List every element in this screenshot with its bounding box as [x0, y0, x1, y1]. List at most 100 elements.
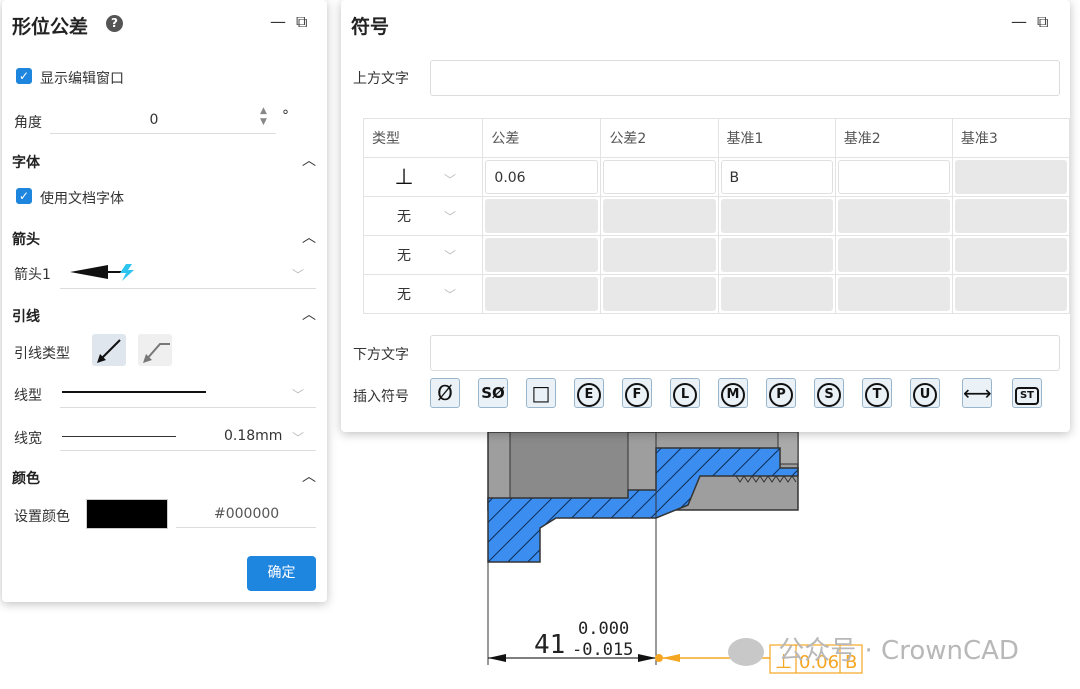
line-width-label: 线宽: [14, 431, 42, 447]
header-tol: 公差: [482, 118, 602, 158]
double-arrow-icon: ⟷: [963, 381, 992, 405]
datum3-input: [954, 160, 1067, 194]
circle-e-icon: E: [577, 383, 601, 407]
statistical-tolerance-icon: ST: [1014, 387, 1040, 405]
set-color-label: 设置颜色: [14, 509, 70, 525]
header-datum3: 基准3: [951, 118, 1071, 158]
minimize-button[interactable]: —: [1011, 12, 1027, 31]
table-row: 无 ﹀: [362, 196, 1071, 236]
datum1-input[interactable]: B: [720, 160, 833, 194]
statistical-symbol-button[interactable]: ST: [1012, 378, 1042, 408]
spherical-diameter-icon: SØ: [481, 384, 505, 402]
datum2-input[interactable]: [837, 160, 950, 194]
type-select[interactable]: 无 ﹀: [362, 196, 484, 236]
top-text-label: 上方文字: [353, 71, 409, 87]
straight-leader-icon: [97, 339, 121, 363]
ok-button[interactable]: 确定: [247, 556, 316, 591]
circle-m-symbol-button[interactable]: M: [718, 378, 748, 408]
circle-t-symbol-button[interactable]: T: [862, 378, 892, 408]
line-width-preview: [62, 436, 176, 437]
chevron-down-icon[interactable]: ﹀: [292, 386, 304, 403]
restore-button[interactable]: ⧉: [1037, 12, 1048, 32]
restore-button[interactable]: ⧉: [296, 12, 307, 32]
square-symbol-button[interactable]: □: [526, 378, 556, 408]
bottom-text-input[interactable]: [430, 335, 1060, 371]
leader-section-title: 引线: [12, 309, 40, 325]
between-symbol-button[interactable]: ⟷: [962, 378, 992, 408]
show-edit-window-label: 显示编辑窗口: [40, 71, 124, 87]
leader-bent-button[interactable]: [138, 334, 172, 366]
insert-symbol-label: 插入符号: [353, 389, 409, 405]
arrow-section-title: 箭头: [12, 232, 40, 248]
chevron-up-icon[interactable]: ︿: [302, 150, 316, 170]
top-text-input[interactable]: [430, 60, 1060, 96]
circle-s-icon: S: [817, 383, 841, 407]
circle-p-symbol-button[interactable]: P: [766, 378, 796, 408]
circle-m-icon: M: [721, 383, 745, 407]
line-type-label: 线型: [14, 388, 42, 404]
diameter-icon: Ø: [437, 381, 453, 405]
circle-f-symbol-button[interactable]: F: [622, 378, 652, 408]
chevron-down-icon[interactable]: ﹀: [292, 429, 304, 446]
circle-u-symbol-button[interactable]: U: [910, 378, 940, 408]
panel-title: 符号: [351, 16, 390, 38]
spherical-diameter-symbol-button[interactable]: SØ: [478, 378, 508, 408]
dim-value: 41: [534, 630, 565, 660]
use-doc-font-checkbox[interactable]: ✓: [16, 188, 32, 204]
square-icon: □: [531, 381, 551, 405]
gdt-panel: 形位公差 ? — ⧉ ✓ 显示编辑窗口 角度 0 ▲ ▼ ° 字体 ︿ ✓ 使用文…: [2, 0, 327, 602]
wechat-icon: [728, 637, 764, 666]
header-tol2: 公差2: [600, 118, 719, 158]
leader-straight-button[interactable]: [92, 334, 126, 366]
tol2-input[interactable]: [603, 160, 716, 194]
table-row: ⊥ ﹀ 0.06 B: [362, 157, 1071, 197]
angle-unit: °: [282, 108, 289, 124]
circle-u-icon: U: [913, 383, 937, 407]
color-swatch[interactable]: [86, 499, 168, 529]
header-datum1: 基准1: [717, 118, 836, 158]
type-select[interactable]: ⊥ ﹀: [362, 157, 484, 197]
use-doc-font-label: 使用文档字体: [40, 191, 124, 207]
angle-input[interactable]: 0: [54, 112, 254, 128]
circle-f-icon: F: [625, 383, 649, 407]
circle-l-symbol-button[interactable]: L: [670, 378, 700, 408]
help-icon[interactable]: ?: [106, 15, 123, 32]
show-edit-window-checkbox[interactable]: ✓: [16, 68, 32, 84]
arrow-style-select[interactable]: [68, 262, 148, 282]
chevron-up-icon[interactable]: ︿: [302, 304, 316, 324]
bottom-text-label: 下方文字: [353, 347, 409, 363]
table-row: 无 ﹀: [362, 235, 1071, 275]
circle-t-icon: T: [865, 383, 889, 407]
chevron-down-icon[interactable]: ﹀: [292, 266, 304, 283]
chevron-up-icon[interactable]: ︿: [302, 227, 316, 247]
circle-p-icon: P: [769, 383, 793, 407]
type-select[interactable]: 无 ﹀: [362, 274, 484, 314]
minimize-button[interactable]: —: [270, 12, 286, 31]
font-section-title: 字体: [12, 155, 40, 171]
tolerance-table: 类型 公差 公差2 基准1 基准2 基准3 ⊥ ﹀ 0.06 B 无 ﹀ 无 ﹀ 无 ﹀: [362, 118, 1071, 314]
chevron-up-icon[interactable]: ︿: [302, 466, 316, 486]
color-hex-input[interactable]: #000000: [214, 506, 279, 522]
header-datum2: 基准2: [834, 118, 953, 158]
panel-title: 形位公差: [12, 16, 89, 38]
circle-s-symbol-button[interactable]: S: [814, 378, 844, 408]
watermark: 公众号 · CrownCAD: [728, 630, 1019, 667]
tol-input[interactable]: 0.06: [485, 160, 599, 194]
leader-type-label: 引线类型: [14, 346, 70, 362]
color-section-title: 颜色: [12, 471, 40, 487]
dim-tol-lower: -0.015: [572, 640, 633, 660]
arrow1-label: 箭头1: [14, 267, 51, 283]
diameter-symbol-button[interactable]: Ø: [430, 378, 460, 408]
line-type-select[interactable]: [62, 391, 206, 393]
circle-e-symbol-button[interactable]: E: [574, 378, 604, 408]
angle-stepper[interactable]: ▲ ▼: [260, 106, 267, 128]
symbol-panel: 符号 — ⧉ 上方文字 类型 公差 公差2 基准1 基准2 基准3 ⊥ ﹀ 0.0…: [341, 0, 1071, 432]
header-type: 类型: [362, 118, 484, 158]
type-select[interactable]: 无 ﹀: [362, 235, 484, 275]
dim-tol-upper: 0.000: [578, 619, 629, 639]
line-width-value[interactable]: 0.18mm: [224, 428, 282, 444]
table-row: 无 ﹀: [362, 274, 1071, 314]
bent-leader-icon: [143, 343, 170, 363]
perpendicularity-icon: ⊥: [394, 164, 414, 190]
angle-label: 角度: [14, 115, 42, 131]
